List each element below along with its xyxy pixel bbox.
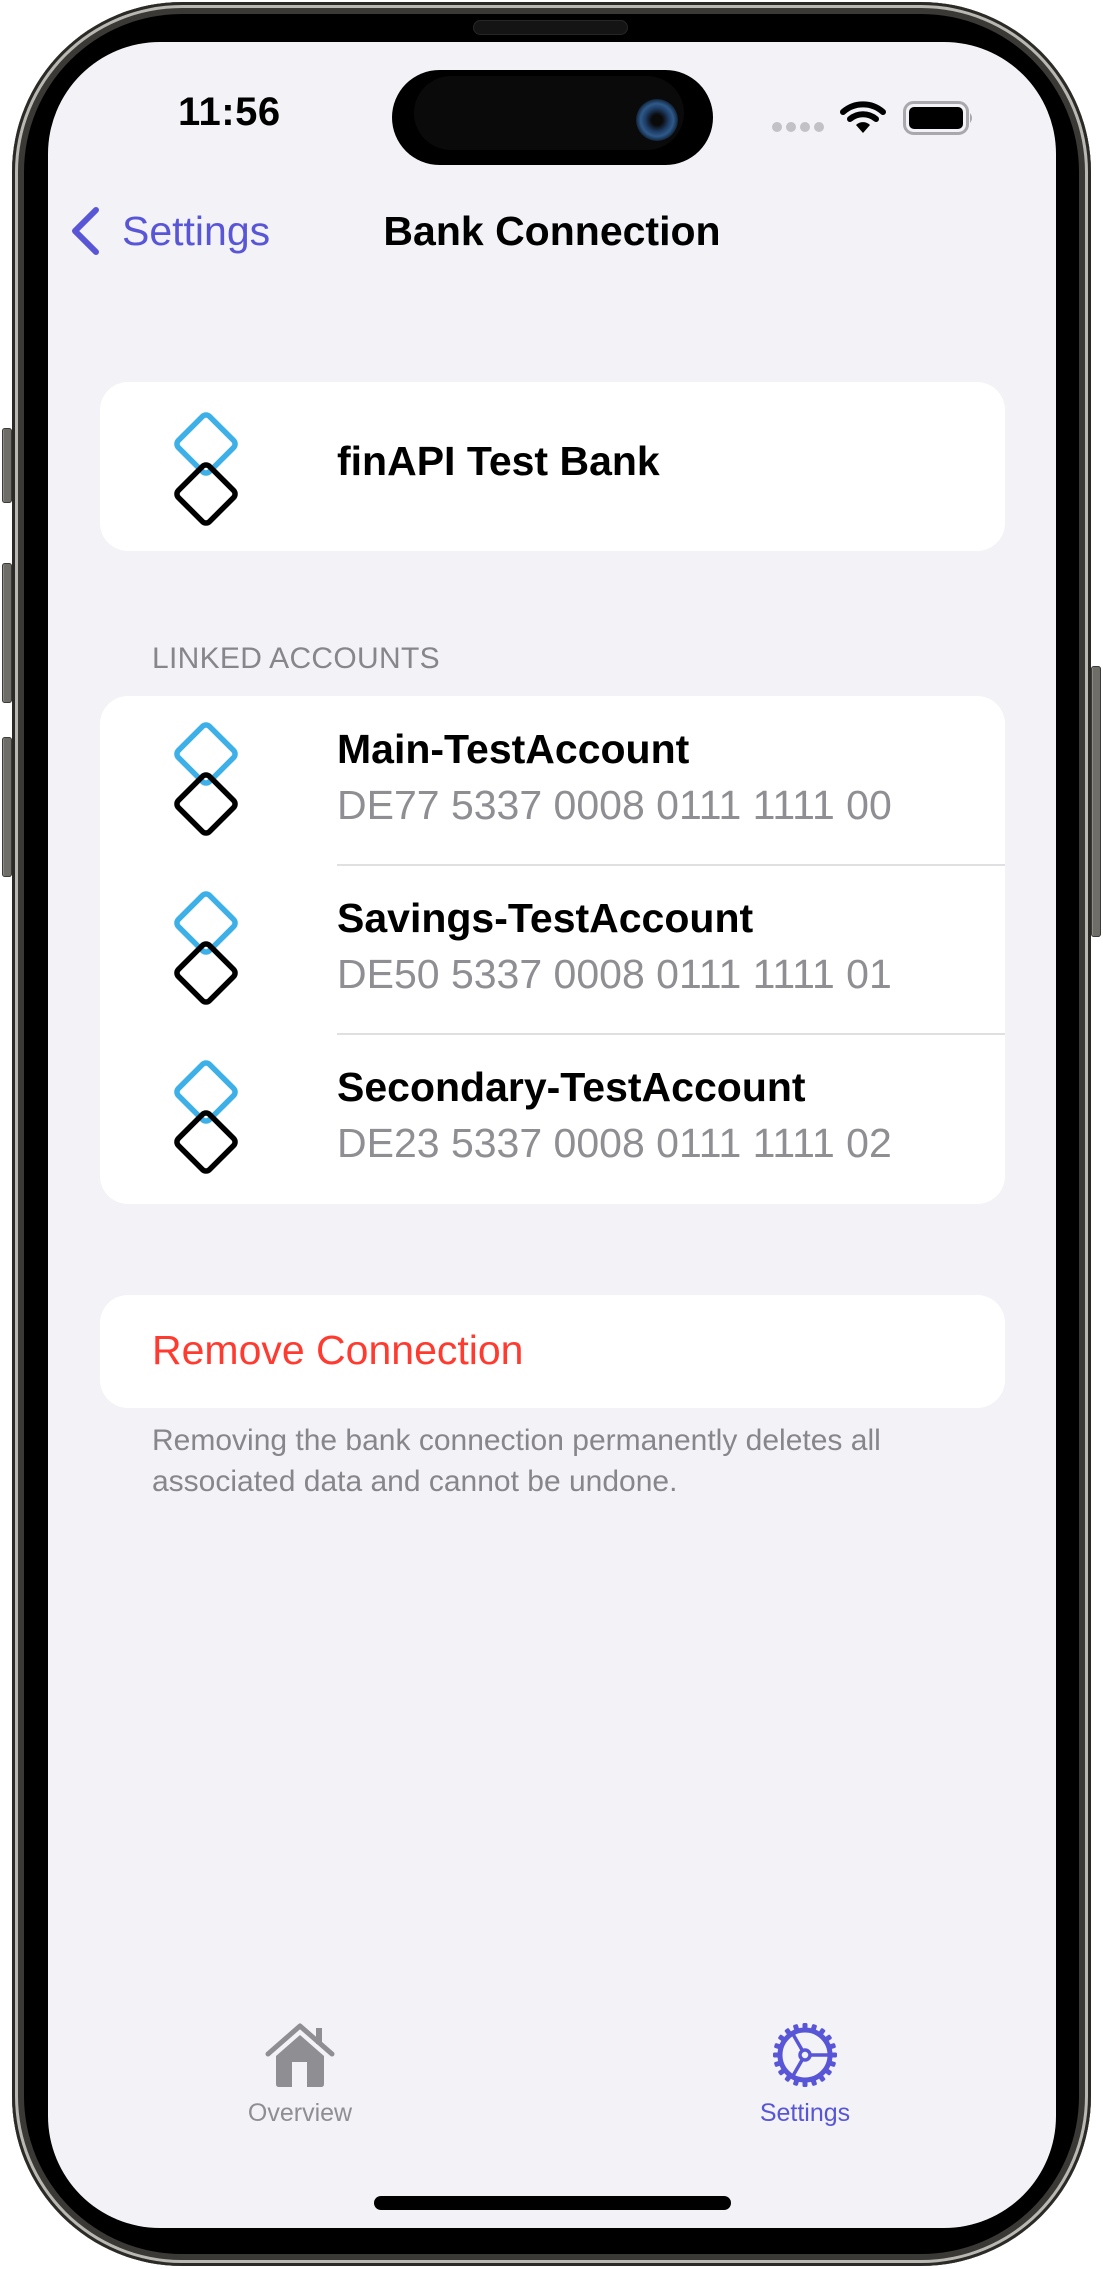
remove-connection-note: Removing the bank connection permanently… bbox=[152, 1424, 881, 1498]
tab-settings-label: Settings bbox=[759, 2099, 851, 2127]
account-row[interactable]: Secondary-TestAccount DE23 5337 0008 011… bbox=[100, 1034, 1005, 1203]
tab-overview[interactable]: Overview bbox=[200, 2022, 400, 2128]
home-indicator[interactable] bbox=[374, 2196, 731, 2210]
cellular-signal-icon bbox=[772, 122, 824, 132]
tab-overview-label: Overview bbox=[247, 2099, 353, 2127]
dynamic-island-inner bbox=[414, 76, 684, 150]
bank-card: finAPI Test Bank bbox=[100, 382, 1005, 551]
screen: 11:56 Settings Bank Connection finAPI Te… bbox=[48, 42, 1056, 2228]
volume-up-button bbox=[2, 563, 12, 703]
account-name: Savings-TestAccount bbox=[337, 895, 754, 941]
wifi-icon bbox=[840, 101, 886, 133]
finapi-logo-icon bbox=[174, 722, 238, 836]
gear-icon bbox=[773, 2023, 837, 2087]
linked-accounts-list: Main-TestAccount DE77 5337 0008 0111 111… bbox=[100, 696, 1005, 1204]
battery-icon bbox=[903, 101, 972, 135]
account-iban: DE77 5337 0008 0111 1111 00 bbox=[337, 782, 892, 828]
house-icon bbox=[265, 2023, 335, 2087]
finapi-logo-icon bbox=[174, 412, 238, 526]
status-time: 11:56 bbox=[178, 90, 281, 134]
section-header-linked-accounts: LINKED ACCOUNTS bbox=[152, 642, 440, 675]
account-row[interactable]: Savings-TestAccount DE50 5337 0008 0111 … bbox=[100, 865, 1005, 1034]
account-iban: DE23 5337 0008 0111 1111 02 bbox=[337, 1120, 892, 1166]
account-name: Secondary-TestAccount bbox=[337, 1064, 806, 1110]
account-name: Main-TestAccount bbox=[337, 726, 690, 772]
account-row[interactable]: Main-TestAccount DE77 5337 0008 0111 111… bbox=[100, 696, 1005, 865]
front-camera bbox=[636, 99, 678, 141]
account-iban: DE50 5337 0008 0111 1111 01 bbox=[337, 951, 892, 997]
volume-down-button bbox=[2, 737, 12, 877]
remove-connection-button[interactable]: Remove Connection bbox=[100, 1295, 1005, 1408]
power-button bbox=[1091, 666, 1101, 937]
tab-settings[interactable]: Settings bbox=[705, 2022, 905, 2128]
dynamic-island bbox=[392, 70, 713, 165]
finapi-logo-icon bbox=[174, 1060, 238, 1174]
earpiece-speaker bbox=[473, 20, 628, 35]
action-button bbox=[2, 428, 12, 503]
finapi-logo-icon bbox=[174, 891, 238, 1005]
bank-name: finAPI Test Bank bbox=[337, 438, 660, 484]
remove-connection-label: Remove Connection bbox=[152, 1327, 524, 1373]
page-title: Bank Connection bbox=[383, 208, 721, 254]
